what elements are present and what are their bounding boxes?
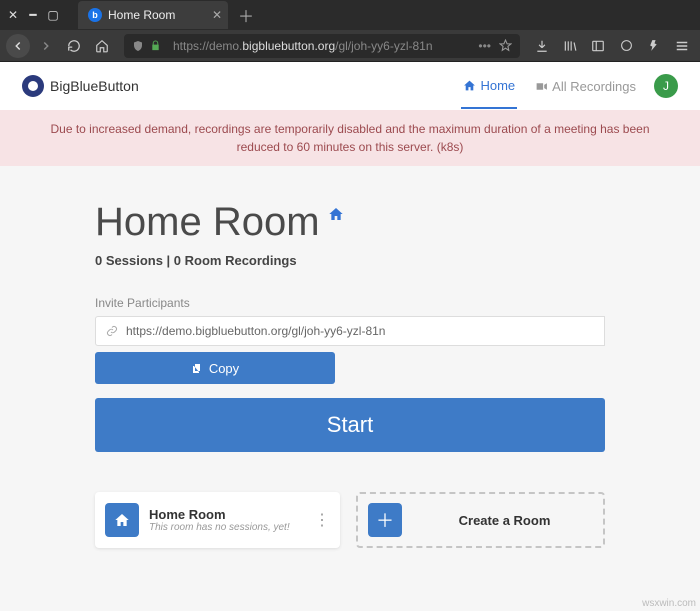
- room-header: Home Room: [95, 200, 605, 245]
- tab-title: Home Room: [108, 8, 175, 22]
- system-alert: Due to increased demand, recordings are …: [0, 110, 700, 166]
- invite-label: Invite Participants: [95, 296, 605, 310]
- url-text: https://demo.bigbluebutton.org/gl/joh-yy…: [173, 39, 433, 53]
- window-titlebar: ✕ ━ ▢ b Home Room ✕ ＋: [0, 0, 700, 30]
- menu-icon[interactable]: [670, 34, 694, 58]
- copy-icon: [191, 362, 203, 374]
- back-button[interactable]: [6, 34, 30, 58]
- room-card-subtitle: This room has no sessions, yet!: [149, 522, 290, 533]
- link-icon: [106, 325, 118, 337]
- nav-home-link[interactable]: Home: [461, 64, 517, 109]
- url-more-icon[interactable]: •••: [478, 39, 491, 53]
- room-card-icon: [105, 503, 139, 537]
- room-card-title: Home Room: [149, 507, 290, 522]
- forward-button[interactable]: [34, 34, 58, 58]
- window-close-icon[interactable]: ✕: [6, 8, 20, 22]
- room-title: Home Room: [95, 200, 320, 245]
- nav-recordings-link[interactable]: All Recordings: [535, 79, 636, 94]
- watermark: wsxwin.com: [642, 598, 696, 609]
- nav-recordings-label: All Recordings: [552, 79, 636, 94]
- create-room-label: Create a Room: [416, 513, 593, 528]
- downloads-icon[interactable]: [530, 34, 554, 58]
- plus-icon: ＋: [368, 503, 402, 537]
- extension-icon-1[interactable]: [614, 34, 638, 58]
- invite-url-input[interactable]: https://demo.bigbluebutton.org/gl/joh-yy…: [95, 316, 605, 346]
- shield-icon: [132, 40, 144, 52]
- start-label: Start: [327, 412, 373, 438]
- url-bar[interactable]: https://demo.bigbluebutton.org/gl/joh-yy…: [124, 34, 520, 58]
- copy-button[interactable]: Copy: [95, 352, 335, 384]
- home-button[interactable]: [90, 34, 114, 58]
- bookmark-icon[interactable]: [499, 39, 512, 52]
- new-tab-button[interactable]: ＋: [238, 3, 254, 27]
- browser-toolbar: https://demo.bigbluebutton.org/gl/joh-yy…: [0, 30, 700, 62]
- window-maximize-icon[interactable]: ▢: [46, 8, 60, 22]
- extension-icon-2[interactable]: [642, 34, 666, 58]
- sidebar-icon[interactable]: [586, 34, 610, 58]
- video-icon: [535, 80, 548, 93]
- lock-icon: [150, 40, 161, 51]
- window-minimize-icon[interactable]: ━: [26, 8, 40, 22]
- user-avatar[interactable]: J: [654, 74, 678, 98]
- library-icon[interactable]: [558, 34, 582, 58]
- brand-name: BigBlueButton: [50, 78, 139, 94]
- home-icon: [328, 206, 344, 222]
- create-room-card[interactable]: ＋ Create a Room: [356, 492, 605, 548]
- brand-logo-icon: [22, 75, 44, 97]
- reload-button[interactable]: [62, 34, 86, 58]
- room-card-menu-icon[interactable]: ⋮: [314, 510, 330, 530]
- browser-tab[interactable]: b Home Room ✕: [78, 1, 228, 29]
- invite-url-text: https://demo.bigbluebutton.org/gl/joh-yy…: [126, 324, 385, 338]
- tab-favicon: b: [88, 8, 102, 22]
- page: BigBlueButton Home All Recordings J Due …: [0, 62, 700, 548]
- app-navbar: BigBlueButton Home All Recordings J: [0, 62, 700, 110]
- main-content: Home Room 0 Sessions | 0 Room Recordings…: [0, 166, 700, 548]
- room-card[interactable]: Home Room This room has no sessions, yet…: [95, 492, 340, 548]
- home-icon: [463, 79, 476, 92]
- copy-label: Copy: [209, 361, 239, 376]
- nav-home-label: Home: [480, 78, 515, 93]
- brand-logo[interactable]: BigBlueButton: [22, 75, 139, 97]
- tab-close-icon[interactable]: ✕: [212, 8, 222, 22]
- room-subtitle: 0 Sessions | 0 Room Recordings: [95, 253, 605, 268]
- start-button[interactable]: Start: [95, 398, 605, 452]
